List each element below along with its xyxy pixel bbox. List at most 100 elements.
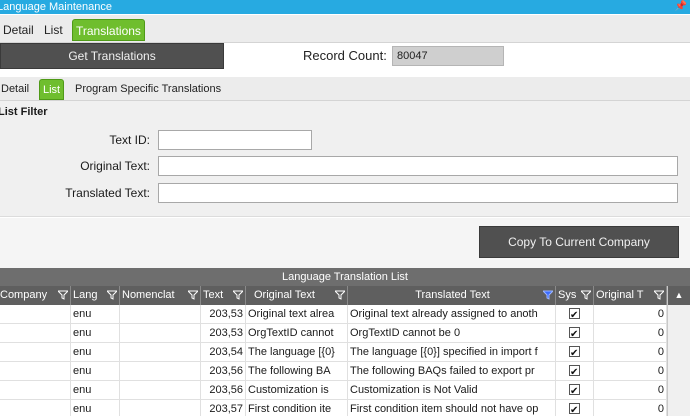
system-checkbox[interactable] bbox=[569, 306, 580, 324]
cell-text[interactable]: 203,53 bbox=[201, 324, 246, 343]
subtab-program-specific[interactable]: Program Specific Translations bbox=[72, 79, 224, 100]
cell-lang[interactable]: enu bbox=[71, 381, 120, 400]
main-tab-strip: Detail List Translations bbox=[0, 15, 690, 43]
cell-text[interactable]: 203,54 bbox=[201, 343, 246, 362]
filter-icon[interactable] bbox=[58, 290, 68, 300]
col-header-original-t[interactable]: Original T bbox=[594, 286, 667, 305]
cell-origt[interactable]: 0 bbox=[594, 362, 667, 381]
text-id-input[interactable] bbox=[158, 130, 312, 150]
col-header-translated-text[interactable]: Translated Text bbox=[348, 286, 556, 305]
cell-trans[interactable]: First condition item should not have op bbox=[348, 400, 556, 416]
filter-icon[interactable] bbox=[233, 290, 243, 300]
cell-company[interactable] bbox=[0, 324, 71, 343]
col-header-lang[interactable]: Lang bbox=[71, 286, 120, 305]
cell-origt[interactable]: 0 bbox=[594, 381, 667, 400]
tab-list[interactable]: List bbox=[41, 19, 66, 41]
subtab-list[interactable]: List bbox=[39, 79, 65, 100]
col-header-text[interactable]: Text bbox=[201, 286, 246, 305]
cell-company[interactable] bbox=[0, 362, 71, 381]
tab-detail[interactable]: Detail bbox=[0, 19, 37, 41]
cell-trans[interactable]: Customization is Not Valid bbox=[348, 381, 556, 400]
original-text-label: Original Text: bbox=[80, 159, 150, 173]
cell-sys[interactable] bbox=[556, 400, 594, 416]
cell-origt[interactable]: 0 bbox=[594, 305, 667, 324]
cell-sys[interactable] bbox=[556, 324, 594, 343]
cell-sys[interactable] bbox=[556, 381, 594, 400]
original-text-input[interactable] bbox=[158, 156, 678, 176]
record-count-label: Record Count: bbox=[303, 48, 387, 63]
cell-nomen[interactable] bbox=[120, 400, 201, 416]
cell-text[interactable]: 203,57 bbox=[201, 400, 246, 416]
pin-icon[interactable]: 📌 bbox=[675, 0, 687, 14]
cell-trans[interactable]: The following BAQs failed to export pr bbox=[348, 362, 556, 381]
filter-icon[interactable] bbox=[543, 290, 553, 300]
table-row[interactable]: enu 203,53 OrgTextID cannot OrgTextID canno… bbox=[0, 324, 690, 343]
filter-icon[interactable] bbox=[107, 290, 117, 300]
col-header-lang-label: Lang bbox=[73, 289, 98, 301]
filter-icon[interactable] bbox=[335, 290, 345, 300]
scroll-up-icon[interactable]: ▲ bbox=[668, 286, 690, 305]
cell-nomen[interactable] bbox=[120, 305, 201, 324]
cell-sys[interactable] bbox=[556, 362, 594, 381]
system-checkbox[interactable] bbox=[569, 363, 580, 381]
cell-text[interactable]: 203,56 bbox=[201, 362, 246, 381]
cell-text[interactable]: 203,56 bbox=[201, 381, 246, 400]
table-row[interactable]: enu 203,53 Original text alrea Original tex… bbox=[0, 305, 690, 324]
cell-origt[interactable]: 0 bbox=[594, 343, 667, 362]
cell-lang[interactable]: enu bbox=[71, 400, 120, 416]
cell-nomen[interactable] bbox=[120, 381, 201, 400]
table-row[interactable]: enu 203,56 The following BA The following B… bbox=[0, 362, 690, 381]
cell-orig[interactable]: Customization is bbox=[246, 381, 348, 400]
table-row[interactable]: enu 203,57 First condition ite First condit… bbox=[0, 400, 690, 416]
cell-lang[interactable]: enu bbox=[71, 305, 120, 324]
col-header-sys[interactable]: Sys bbox=[556, 286, 594, 305]
cell-orig[interactable]: First condition ite bbox=[246, 400, 348, 416]
system-checkbox[interactable] bbox=[569, 325, 580, 343]
translated-text-input[interactable] bbox=[158, 183, 678, 203]
filter-icon[interactable] bbox=[188, 290, 198, 300]
cell-trans[interactable]: Original text already assigned to anoth bbox=[348, 305, 556, 324]
vertical-scrollbar[interactable]: ▲ bbox=[667, 286, 690, 416]
cell-trans[interactable]: OrgTextID cannot be 0 bbox=[348, 324, 556, 343]
cell-orig[interactable]: Original text alrea bbox=[246, 305, 348, 324]
grid-caption: Language Translation List bbox=[0, 268, 690, 286]
filter-icon[interactable] bbox=[654, 290, 664, 300]
cell-lang[interactable]: enu bbox=[71, 362, 120, 381]
copy-to-current-company-button[interactable]: Copy To Current Company bbox=[479, 226, 679, 258]
cell-origt[interactable]: 0 bbox=[594, 400, 667, 416]
cell-origt[interactable]: 0 bbox=[594, 324, 667, 343]
sub-tab-strip: Detail List Program Specific Translation… bbox=[0, 77, 690, 101]
cell-nomen[interactable] bbox=[120, 324, 201, 343]
table-row[interactable]: enu 203,56 Customization is Customization i… bbox=[0, 381, 690, 400]
cell-trans[interactable]: The language [{0}] specified in import f bbox=[348, 343, 556, 362]
cell-text[interactable]: 203,53 bbox=[201, 305, 246, 324]
cell-orig[interactable]: The language [{0} bbox=[246, 343, 348, 362]
col-header-nomenclature-label: Nomenclat bbox=[122, 289, 175, 301]
subtab-detail[interactable]: Detail bbox=[0, 79, 32, 100]
cell-company[interactable] bbox=[0, 400, 71, 416]
cell-lang[interactable]: enu bbox=[71, 343, 120, 362]
tab-translations[interactable]: Translations bbox=[72, 19, 145, 41]
system-checkbox[interactable] bbox=[569, 344, 580, 362]
table-row[interactable]: enu 203,54 The language [{0} The language [… bbox=[0, 343, 690, 362]
col-header-company[interactable]: Company bbox=[0, 286, 71, 305]
cell-company[interactable] bbox=[0, 381, 71, 400]
get-translations-button[interactable]: Get Translations bbox=[0, 43, 224, 69]
col-header-nomenclature[interactable]: Nomenclat bbox=[120, 286, 201, 305]
col-header-text-label: Text bbox=[203, 289, 224, 301]
cell-orig[interactable]: OrgTextID cannot bbox=[246, 324, 348, 343]
cell-nomen[interactable] bbox=[120, 362, 201, 381]
cell-lang[interactable]: enu bbox=[71, 324, 120, 343]
cell-company[interactable] bbox=[0, 343, 71, 362]
system-checkbox[interactable] bbox=[569, 382, 580, 400]
col-header-original-text[interactable]: Original Text bbox=[246, 286, 348, 305]
record-count-field: 80047 bbox=[392, 46, 504, 66]
cell-sys[interactable] bbox=[556, 343, 594, 362]
cell-company[interactable] bbox=[0, 305, 71, 324]
system-checkbox[interactable] bbox=[569, 401, 580, 416]
col-header-sys-label: Sys bbox=[558, 289, 577, 301]
filter-icon[interactable] bbox=[581, 290, 591, 300]
cell-nomen[interactable] bbox=[120, 343, 201, 362]
cell-orig[interactable]: The following BA bbox=[246, 362, 348, 381]
cell-sys[interactable] bbox=[556, 305, 594, 324]
